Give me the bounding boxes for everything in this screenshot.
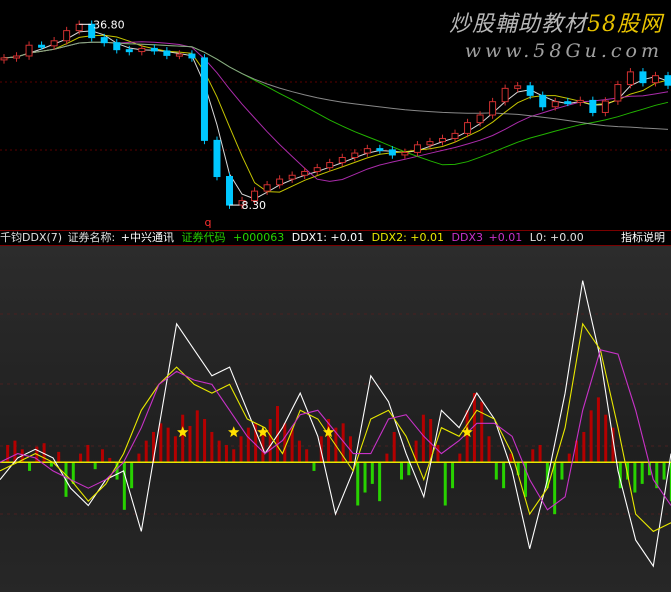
candle-body-46 — [576, 99, 584, 103]
candle-body-21 — [263, 184, 271, 192]
high-price-label: 36.80 — [93, 18, 125, 31]
candle-body-1 — [13, 55, 21, 59]
security-code-value: +000063 — [233, 231, 285, 244]
candle-body-10 — [125, 49, 133, 53]
candle-body-24 — [301, 170, 309, 176]
watermark-line2: www.58Gu.com — [464, 40, 663, 62]
candle-body-16 — [200, 57, 208, 141]
ddx2-line — [0, 322, 671, 533]
candle-body-45 — [564, 101, 572, 105]
candle-body-53 — [664, 75, 671, 86]
candle-body-35 — [438, 137, 446, 143]
candle-body-41 — [514, 85, 522, 89]
signal-star-icon — [228, 426, 240, 438]
indicator-panel — [0, 246, 671, 592]
candle-body-44 — [551, 101, 559, 108]
security-name-value: +中兴通讯 — [120, 231, 174, 244]
candle-body-39 — [489, 101, 497, 116]
low-price-label: 8.30 — [242, 199, 267, 212]
indicator-help-button[interactable]: 指标说明 — [621, 231, 665, 245]
candle-body-38 — [476, 114, 484, 124]
candle-body-49 — [614, 84, 622, 102]
candle-body-36 — [451, 132, 459, 139]
candle-body-14 — [175, 53, 183, 57]
candle-body-47 — [589, 99, 597, 113]
candle-body-34 — [426, 141, 434, 146]
candle-body-33 — [413, 144, 421, 153]
ma-line-10 — [3, 41, 669, 182]
candle-body-22 — [276, 178, 284, 186]
candle-body-11 — [138, 47, 146, 53]
candle-body-40 — [501, 87, 509, 103]
candle-body-25 — [313, 167, 321, 172]
l0-readout: L0: +0.00 — [529, 231, 584, 244]
ddx1-readout: DDX1: +0.01 — [291, 231, 365, 244]
candle-body-18 — [226, 176, 234, 206]
candle-body-2 — [25, 44, 33, 57]
candle-body-26 — [326, 162, 334, 169]
candle-body-23 — [288, 174, 296, 180]
candle-body-8 — [100, 37, 108, 44]
ddx1-line — [0, 280, 671, 568]
candle-body-32 — [401, 151, 409, 156]
watermark: 炒股輔助教材58股网 www.58Gu.com — [449, 6, 663, 62]
indicator-info-bar: 千钧DDX(7) 证券名称: +中兴通讯 证券代码 +000063 DDX1: … — [0, 230, 671, 246]
security-code-label: 证券代码 — [181, 231, 226, 244]
price-marker-q: q — [205, 216, 212, 229]
candle-body-0 — [0, 57, 8, 61]
ddx3-readout-label: DDX3 — [451, 231, 483, 244]
ddx2-readout: DDX2: +0.01 — [371, 231, 444, 244]
watermark-prefix: 炒股輔助教材 — [448, 12, 587, 37]
candle-body-15 — [188, 53, 196, 59]
candle-body-30 — [376, 148, 384, 152]
security-name-label: 证券名称: — [67, 231, 116, 244]
candle-body-5 — [63, 30, 71, 42]
watermark-line1: 炒股輔助教材58股网 — [449, 6, 663, 38]
candle-body-28 — [351, 152, 359, 158]
candle-body-43 — [539, 94, 547, 108]
candle-body-13 — [163, 50, 171, 56]
ddx3-readout-value: +0.01 — [488, 231, 523, 244]
candle-body-48 — [601, 100, 609, 113]
candle-body-4 — [50, 40, 58, 47]
candle-body-50 — [626, 71, 634, 86]
candle-body-12 — [150, 47, 158, 52]
candle-body-9 — [113, 42, 121, 51]
candle-body-52 — [651, 75, 659, 84]
candle-body-37 — [464, 122, 472, 134]
candle-body-27 — [338, 156, 346, 164]
chart-root: 36.80 8.30 q 炒股輔助教材58股网 www.58Gu.com 千钧DDX… — [0, 0, 671, 592]
indicator-title[interactable]: 千钧DDX(7) — [0, 231, 62, 244]
candle-body-42 — [526, 85, 534, 96]
candle-body-29 — [363, 148, 371, 154]
candle-body-31 — [388, 149, 396, 156]
watermark-accent: 58股网 — [587, 12, 663, 37]
candle-body-6 — [75, 23, 83, 32]
candle-body-3 — [38, 44, 46, 48]
candle-body-51 — [639, 71, 647, 84]
candle-body-17 — [213, 139, 221, 178]
